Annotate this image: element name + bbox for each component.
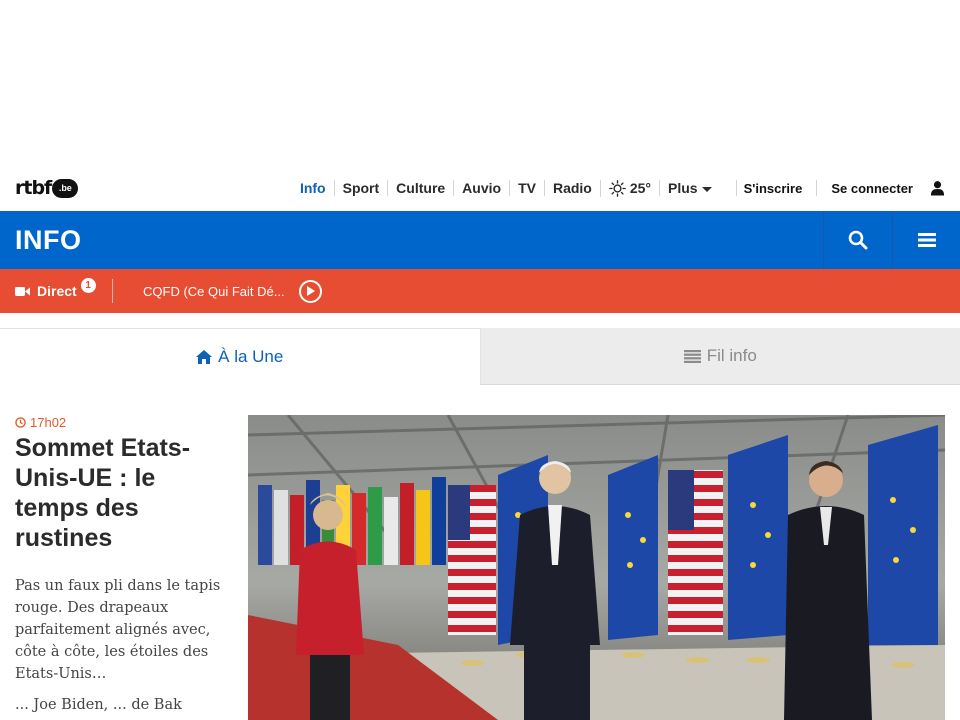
tab-bar: À la Une Fil info [0,313,960,385]
search-button[interactable] [823,211,892,269]
logo-wordmark: rtbf [15,176,52,199]
nav-link-auvio[interactable]: Auvio [453,180,509,196]
sun-icon [609,179,626,197]
nav-link-info[interactable]: Info [292,180,334,196]
home-icon [196,350,213,364]
nav-link-radio[interactable]: Radio [543,180,600,196]
tab-label: Fil info [706,346,757,365]
article-photo[interactable] [248,415,945,720]
tab-fil-info[interactable]: Fil info [480,328,960,385]
summit-photo-image [248,415,945,720]
direct-label: Direct [37,283,77,299]
live-program[interactable]: CQFD (Ce Qui Fait Dé... [143,279,322,303]
program-title: CQFD (Ce Qui Fait Dé... [143,283,285,299]
tab-label: À la Une [218,347,284,366]
nav-links: Info Sport Culture Auvio TV Radio 25° Pl… [292,165,945,211]
direct-count-badge: 1 [80,277,96,293]
play-button[interactable] [298,279,322,303]
time-value: 17h02 [30,415,67,430]
article-time: 17h02 [15,415,233,430]
more-menu-button[interactable]: Plus [659,180,720,196]
weather-temperature: 25° [629,180,652,196]
weather-widget[interactable]: 25° [599,179,659,197]
chevron-down-icon [701,186,712,192]
menu-button[interactable] [892,211,960,269]
more-label: Plus [668,180,698,196]
ad-space [0,0,960,165]
login-link[interactable]: Se connecter [831,181,913,196]
article-lede: Pas un faux pli dans le tapis rouge. Des… [15,578,221,682]
section-title[interactable]: INFO [0,211,823,269]
article-headline[interactable]: Sommet Etats-Unis-UE : le temps des rust… [15,433,233,553]
video-camera-icon [15,286,30,296]
section-header: INFO [0,211,960,269]
divider [735,180,737,196]
hamburger-menu-icon [917,233,936,247]
live-bar: Direct 1 CQFD (Ce Qui Fait Dé... [0,269,960,313]
user-icon[interactable] [930,180,945,196]
nav-link-sport[interactable]: Sport [333,180,388,196]
logo-badge: .be [52,178,79,198]
list-icon [683,349,701,363]
play-icon [306,286,315,296]
nav-link-tv[interactable]: TV [509,180,544,196]
headline-article: 17h02 Sommet Etats-Unis-UE : le temps de… [0,385,960,720]
clock-icon [15,417,26,428]
article-text: 17h02 Sommet Etats-Unis-UE : le temps de… [15,415,233,720]
tab-a-la-une[interactable]: À la Une [0,328,481,385]
article-lede-more: ... Joe Biden, ... de Bak [15,697,182,713]
rtbf-logo[interactable]: rtbf .be [15,176,79,199]
top-navigation: rtbf .be Info Sport Culture Auvio TV Rad… [0,165,960,211]
nav-link-culture[interactable]: Culture [387,180,453,196]
direct-link[interactable]: Direct 1 [0,277,113,303]
divider [816,180,818,196]
signup-link[interactable]: S'inscrire [744,181,803,196]
search-icon [848,230,868,250]
